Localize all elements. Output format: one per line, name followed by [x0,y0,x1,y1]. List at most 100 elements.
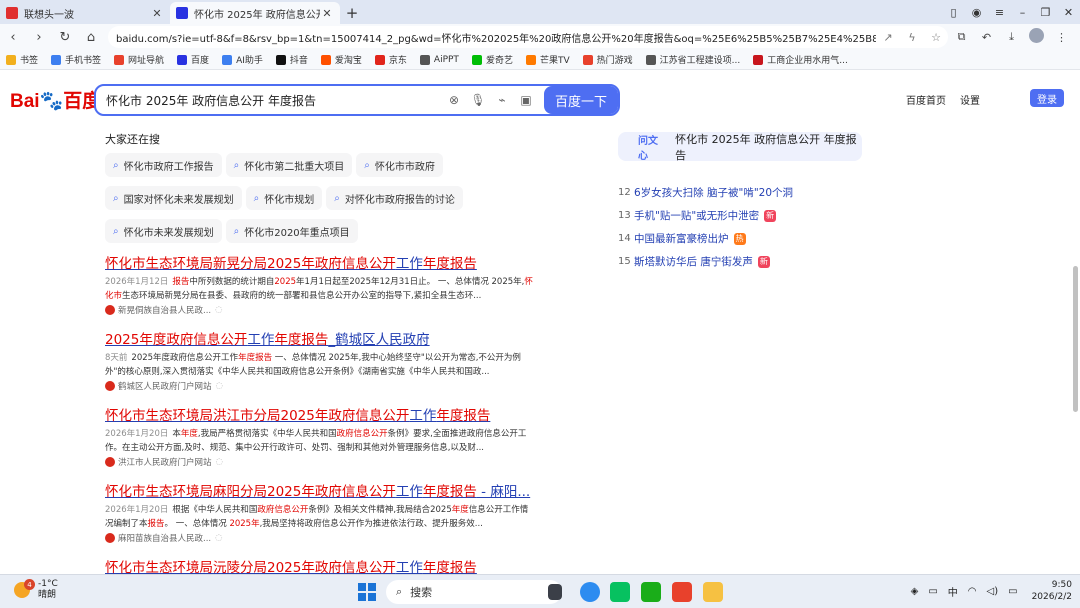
login-button[interactable]: 登录 [1030,89,1064,107]
forward-icon[interactable]: › [26,30,52,45]
close-tab-icon[interactable]: ✕ [320,7,334,20]
result-title-link[interactable]: 怀化市生态环境局麻阳分局2025年政府信息公开工作年度报告 - 麻阳... [105,482,535,502]
refresh-icon[interactable]: ↻ [52,30,78,45]
result-source[interactable]: 鹤城区人民政府门户网站 ◌ [105,380,535,392]
result-title-link[interactable]: 怀化市生态环境局洪江市分局2025年政府信息公开工作年度报告 [105,406,535,426]
hot-search-item[interactable]: 13 手机"贴一贴"或无形中泄密新 [618,204,868,227]
wechat-icon[interactable] [610,582,630,602]
related-search-chip[interactable]: ⌕ 怀化市市政府 [356,153,443,177]
result-source[interactable]: 新晃侗族自治县人民政... ◌ [105,304,535,316]
bookmark-item[interactable]: 书签 [6,53,38,66]
bookmark-favicon-icon [114,54,125,65]
bookmark-label: 书签 [20,56,39,66]
window-controls: ▯ ◉ ≡ – ❐ ✕ [942,0,1080,24]
menu-icon[interactable]: ≡ [988,6,1011,19]
bookmark-item[interactable]: 抖音 [275,53,308,66]
baidu-home-link[interactable]: 百度首页 [906,92,946,107]
maximize-icon[interactable]: ❐ [1034,6,1057,19]
bookmark-item[interactable]: 百度 [177,53,209,66]
ime-indicator[interactable]: 中 [948,584,958,599]
minimize-icon[interactable]: – [1011,6,1034,19]
lightning-icon[interactable]: ϟ [900,31,924,44]
task-view-icon[interactable] [548,584,562,600]
new-tab-button[interactable]: + [340,2,364,24]
baidu-logo[interactable]: Bai🐾百度 [10,86,101,113]
bookmark-item[interactable]: 热门游戏 [582,53,633,66]
sidebar-toggle-icon[interactable]: ▯ [942,6,965,19]
related-search-chip[interactable]: ⌕ 对怀化市政府报告的讨论 [326,186,463,210]
related-search-chip[interactable]: ⌕ 怀化市第二批重大项目 [225,153,353,177]
battery-icon[interactable]: ▭ [1008,586,1017,597]
download-icon[interactable]: ⤓ [999,30,1024,44]
bookmark-favicon-icon [222,54,233,65]
skin-icon[interactable]: ◉ [965,6,988,19]
related-search-chip[interactable]: ⌕ 怀化市2020年重点项目 [225,219,358,243]
bookmark-label: 工商企业用水用气... [767,56,848,66]
home-icon[interactable]: ⌂ [78,30,104,45]
hot-search-item[interactable]: 14 中国最新富豪榜出炉热 [618,227,868,250]
profile-avatar-icon[interactable] [1024,28,1049,46]
browser-app-icon[interactable] [580,582,600,602]
bookmark-favicon-icon [753,54,764,65]
result-title-link[interactable]: 2025年度政府信息公开工作年度报告_鹤城区人民政府 [105,330,535,350]
result-title-link[interactable]: 怀化市生态环境局新晃分局2025年政府信息公开工作年度报告 [105,254,535,274]
bookmark-star-icon[interactable]: ☆ [924,31,948,44]
wifi-icon[interactable]: ◠ [968,586,977,597]
taskbar-search[interactable]: ⌕ 搜索 [386,580,562,604]
windows-start-icon[interactable] [358,583,376,601]
clock[interactable]: 9:50 2026/2/2 [1032,579,1072,603]
bookmark-item[interactable]: 京东 [374,53,407,66]
bookmark-item[interactable]: 爱淘宝 [320,53,362,66]
settings-link[interactable]: 设置 [960,92,980,107]
bookmark-item[interactable]: 工商企业用水用气... [753,53,848,66]
messaging-app-icon[interactable] [641,582,661,602]
result-source[interactable]: 麻阳苗族自治县人民政... ◌ [105,532,535,544]
search-input[interactable]: 怀化市 2025年 政府信息公开 年度报告 [106,92,442,109]
bookmark-item[interactable]: AiPPT [419,54,459,65]
weather-widget[interactable]: 4 -1°C 晴朗 [14,579,58,601]
bookmark-item[interactable]: 芒果TV [525,53,570,66]
related-search-chip[interactable]: ⌕ 怀化市未来发展规划 [105,219,222,243]
file-explorer-icon[interactable] [703,582,723,602]
more-menu-icon[interactable]: ⋮ [1049,31,1074,44]
scrollbar-thumb[interactable] [1073,266,1078,412]
close-tab-icon[interactable]: ✕ [150,7,164,20]
microphone-icon[interactable]: 🎙 [466,93,490,107]
address-bar[interactable]: baidu.com/s?ie=utf-8&f=8&rsv_bp=1&tn=150… [108,26,948,48]
bookmark-item[interactable]: 网址导航 [114,53,164,66]
related-search-chip[interactable]: ⌕ 国家对怀化未来发展规划 [105,186,242,210]
bookmark-item[interactable]: AI助手 [222,53,263,66]
bookmark-item[interactable]: 江苏省工程建设项... [645,53,740,66]
wps-office-icon[interactable] [672,582,692,602]
abstract-segment: 年度报告 [238,353,273,363]
result-source[interactable]: 洪江市人民政府门户网站 ◌ [105,456,535,468]
hot-tag-badge: 新 [764,209,777,222]
related-search-chip[interactable]: ⌕ 怀化市规划 [245,186,323,210]
search-box[interactable]: 怀化市 2025年 政府信息公开 年度报告 ⊗ 🎙 ⌁ ▣ [94,84,620,116]
tray-app-icon[interactable]: ◈ [911,586,919,597]
header-links: 百度首页 设置 [892,92,980,107]
bookmark-item[interactable]: 爱奇艺 [471,53,513,66]
extensions-icon[interactable]: ⧉ [949,30,974,44]
search-button[interactable]: 百度一下 [544,86,618,114]
result-source-name: 麻阳苗族自治县人民政... [118,534,212,544]
bookmark-item[interactable]: 手机书签 [51,53,101,66]
undo-icon[interactable]: ↶ [974,31,999,44]
title-segment: 工作 [409,408,437,424]
ask-wenxin-card[interactable]: 问文心 怀化市 2025年 政府信息公开 年度报告 [618,132,862,162]
volume-icon[interactable]: ◁) [987,586,999,597]
tray-window-icon[interactable]: ▭ [928,586,937,597]
back-icon[interactable]: ‹ [0,30,26,45]
abstract-segment: 政府信息公开 [257,505,309,515]
tab-lenovo[interactable]: 联想头一波 ✕ [0,2,170,24]
related-search-chip[interactable]: ⌕ 怀化市政府工作报告 [105,153,222,177]
hot-search-item[interactable]: 12 6岁女孩大扫除 脑子被"啃"20个洞 [618,181,868,204]
image-search-icon[interactable]: ▣ [514,93,538,107]
share-icon[interactable]: ↗ [876,31,900,44]
clear-icon[interactable]: ⊗ [442,93,466,107]
close-window-icon[interactable]: ✕ [1057,6,1080,19]
hot-search-item[interactable]: 15 斯塔默访华后 唐宁街发声新 [618,250,868,273]
bookmark-label: AiPPT [433,54,459,65]
tab-baidu-search[interactable]: 怀化市 2025年 政府信息公开 年度 ✕ [170,2,340,24]
attachment-icon[interactable]: ⌁ [490,93,514,107]
